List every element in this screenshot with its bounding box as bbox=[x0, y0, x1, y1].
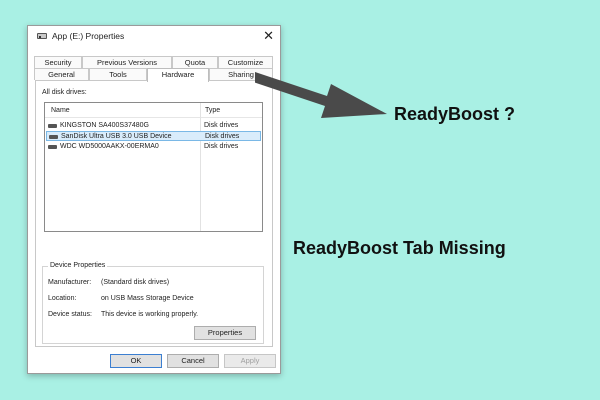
tab-security[interactable]: Security bbox=[34, 56, 82, 68]
drive-name: SanDisk Ultra USB 3.0 USB Device bbox=[61, 133, 172, 140]
manufacturer-value: (Standard disk drives) bbox=[101, 279, 170, 286]
drive-row-sandisk[interactable]: SanDisk Ultra USB 3.0 USB Device Disk dr… bbox=[46, 131, 261, 141]
drive-row-kingston[interactable]: KINGSTON SA400S37480G Disk drives bbox=[46, 121, 261, 131]
drive-type: Disk drives bbox=[205, 133, 240, 140]
hardware-panel: All disk drives: Name Type KINGSTON SA40… bbox=[35, 80, 273, 347]
column-header-type[interactable]: Type bbox=[205, 107, 220, 114]
usb-drive-icon bbox=[49, 135, 58, 139]
readyboost-tab-missing-headline: ReadyBoost Tab Missing bbox=[293, 238, 506, 258]
device-properties-group: Device Properties Manufacturer: (Standar… bbox=[42, 262, 264, 344]
header-divider bbox=[45, 117, 262, 118]
device-status-value: This device is working properly. bbox=[101, 311, 199, 318]
disk-drive-icon bbox=[48, 124, 57, 128]
device-status-label: Device status: bbox=[48, 311, 92, 318]
properties-dialog: App (E:) Properties ✕ Security Previous … bbox=[27, 25, 281, 374]
drive-name: WDC WD5000AAKX-00ERMA0 bbox=[60, 143, 159, 150]
close-icon[interactable]: ✕ bbox=[263, 28, 274, 44]
location-value: on USB Mass Storage Device bbox=[101, 295, 194, 302]
tab-hardware[interactable]: Hardware bbox=[147, 68, 209, 82]
ok-button[interactable]: OK bbox=[110, 354, 162, 368]
disk-drive-icon bbox=[48, 145, 57, 149]
cancel-button[interactable]: Cancel bbox=[167, 354, 219, 368]
window-title: App (E:) Properties bbox=[52, 31, 125, 41]
drive-name: KINGSTON SA400S37480G bbox=[60, 122, 149, 129]
apply-button[interactable]: Apply bbox=[224, 354, 276, 368]
tab-tools[interactable]: Tools bbox=[89, 68, 147, 80]
arrow-shape bbox=[255, 72, 387, 118]
properties-button[interactable]: Properties bbox=[194, 326, 256, 340]
drive-icon bbox=[37, 33, 47, 39]
location-label: Location: bbox=[48, 295, 77, 302]
tab-previous-versions[interactable]: Previous Versions bbox=[82, 56, 172, 68]
title-bar: App (E:) Properties ✕ bbox=[28, 26, 280, 48]
tab-general[interactable]: General bbox=[34, 68, 89, 80]
all-disk-drives-label: All disk drives: bbox=[42, 89, 87, 96]
device-properties-title: Device Properties bbox=[48, 262, 108, 269]
column-header-name[interactable]: Name bbox=[51, 107, 70, 114]
readyboost-question: ReadyBoost ? bbox=[394, 104, 516, 124]
drive-row-wdc[interactable]: WDC WD5000AAKX-00ERMA0 Disk drives bbox=[46, 142, 261, 152]
pointer-arrow-icon bbox=[255, 72, 387, 118]
tab-quota[interactable]: Quota bbox=[172, 56, 218, 68]
manufacturer-label: Manufacturer: bbox=[48, 279, 92, 286]
disk-drives-list[interactable]: Name Type KINGSTON SA400S37480G Disk dri… bbox=[44, 102, 263, 232]
drive-type: Disk drives bbox=[204, 143, 239, 150]
drive-type: Disk drives bbox=[204, 122, 239, 129]
